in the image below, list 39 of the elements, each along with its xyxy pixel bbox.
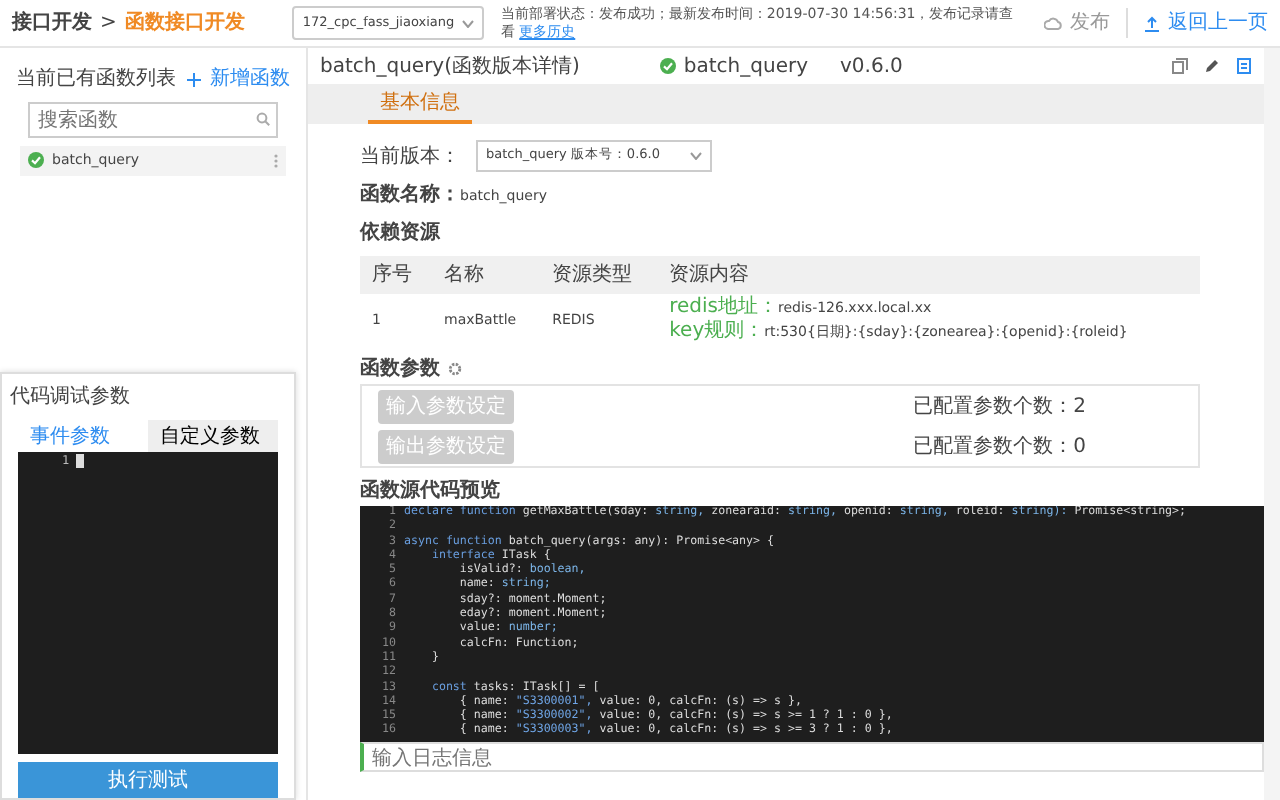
gear-icon (448, 362, 462, 376)
detail-title: batch_query(函数版本详情) (320, 53, 580, 81)
search-field[interactable]: 搜索函数 (28, 102, 278, 138)
column-header: 资源类型 (540, 256, 658, 294)
log-field[interactable]: 输入日志信息 (360, 742, 1264, 772)
breadcrumb-separator: > (100, 10, 117, 38)
upload-icon (1144, 15, 1160, 31)
param-tab[interactable]: 自定义参数 (148, 420, 278, 452)
param-count: 已配置参数个数：0 (913, 433, 1086, 461)
publish-button[interactable]: 发布 (1044, 8, 1110, 38)
plus-icon (186, 71, 202, 87)
sidebar-title: 当前已有函数列表 (16, 65, 176, 94)
function-name-label: batch_query (683, 53, 809, 81)
run-test-button[interactable]: 执行测试 (18, 762, 278, 798)
params-title: 函数参数 (360, 355, 440, 384)
column-header: 名称 (432, 256, 541, 294)
version-text: v0.6.0 (840, 53, 903, 81)
column-header: 资源内容 (657, 256, 1200, 294)
back-link[interactable]: 返回上一页 (1126, 8, 1268, 38)
search-icon (256, 112, 270, 126)
breadcrumb-item[interactable]: 函数接口开发 (124, 8, 245, 38)
caret-icon (690, 152, 702, 160)
cloud-icon (1044, 16, 1062, 30)
check-circle-icon (659, 58, 676, 74)
pencil-icon (1204, 58, 1220, 74)
version-label: 当前版本： (360, 143, 460, 171)
breadcrumb-item[interactable]: 接口开发 (12, 8, 92, 38)
add-function-button[interactable]: 新增函数 (186, 64, 290, 94)
copy-icon (1172, 58, 1188, 74)
code-title: 函数源代码预览 (360, 477, 502, 506)
caret-icon (462, 19, 475, 27)
info-tab[interactable]: 基本信息 (368, 84, 472, 124)
text-cursor (75, 454, 84, 468)
column-header: 序号 (360, 256, 432, 294)
debug-title: 代码调试参数 (8, 383, 132, 412)
document-icon (1236, 58, 1252, 74)
name-label: 函数名称： (360, 181, 460, 210)
resources-title: 依赖资源 (360, 219, 442, 248)
param-count: 已配置参数个数：2 (913, 393, 1086, 421)
